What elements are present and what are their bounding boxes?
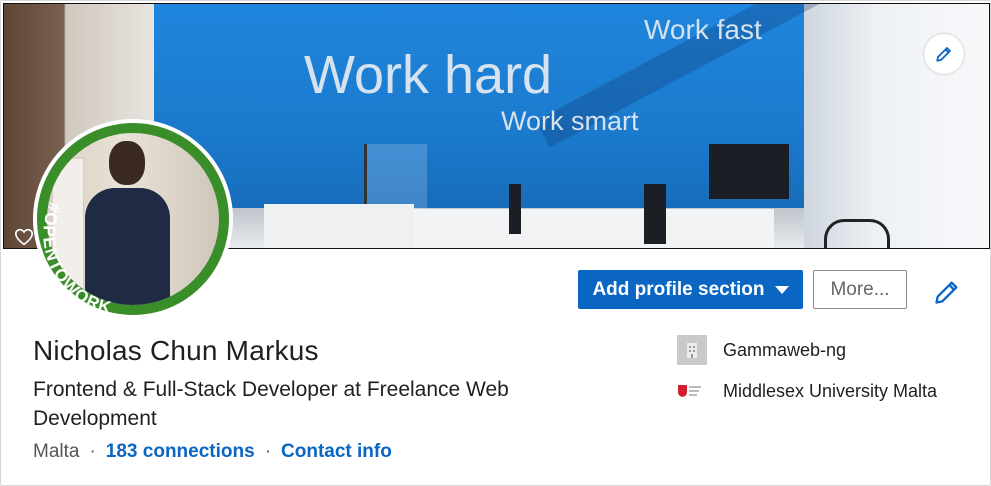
- profile-name: Nicholas Chun Markus: [33, 335, 319, 366]
- education-school[interactable]: Middlesex University Malta: [677, 376, 937, 406]
- profile-card: Work fast Work hard Work smart #OPENTOWO…: [0, 0, 991, 486]
- banner-text-fast: Work fast: [644, 14, 762, 45]
- open-to-work-frame: #OPENTOWORK: [37, 123, 229, 315]
- location: Malta: [33, 441, 80, 462]
- university-logo: [677, 376, 707, 406]
- profile-headline: Frontend & Full-Stack Developer at Freel…: [33, 378, 509, 430]
- banner-text-smart: Work smart: [501, 106, 639, 136]
- connections-link[interactable]: 183 connections: [106, 441, 255, 463]
- building-icon: [677, 335, 707, 365]
- heart-icon[interactable]: [14, 228, 34, 246]
- svg-text:#OPENTOWORK: #OPENTOWORK: [39, 200, 113, 315]
- more-button[interactable]: More...: [813, 270, 907, 309]
- caret-down-icon: [774, 285, 789, 294]
- open-to-work-badge: #OPENTOWORK: [39, 200, 113, 315]
- current-company[interactable]: Gammaweb-ng: [677, 335, 846, 365]
- add-profile-section-label: Add profile section: [592, 278, 765, 300]
- banner-text-hard: Work hard: [304, 45, 553, 105]
- edit-banner-button[interactable]: [924, 34, 964, 74]
- school-name: Middlesex University Malta: [723, 380, 938, 401]
- contact-info-link[interactable]: Contact info: [281, 441, 392, 463]
- avatar[interactable]: #OPENTOWORK: [33, 119, 233, 319]
- pencil-icon: [936, 47, 951, 62]
- company-name: Gammaweb-ng: [723, 339, 847, 360]
- add-profile-section-button[interactable]: Add profile section: [578, 270, 803, 309]
- pencil-icon: [935, 281, 958, 304]
- edit-intro-button[interactable]: [931, 276, 963, 308]
- open-to-work-text: #OPENTOWORK: [39, 200, 112, 315]
- profile-meta: Malta · 183 connections · Contact info: [33, 441, 392, 463]
